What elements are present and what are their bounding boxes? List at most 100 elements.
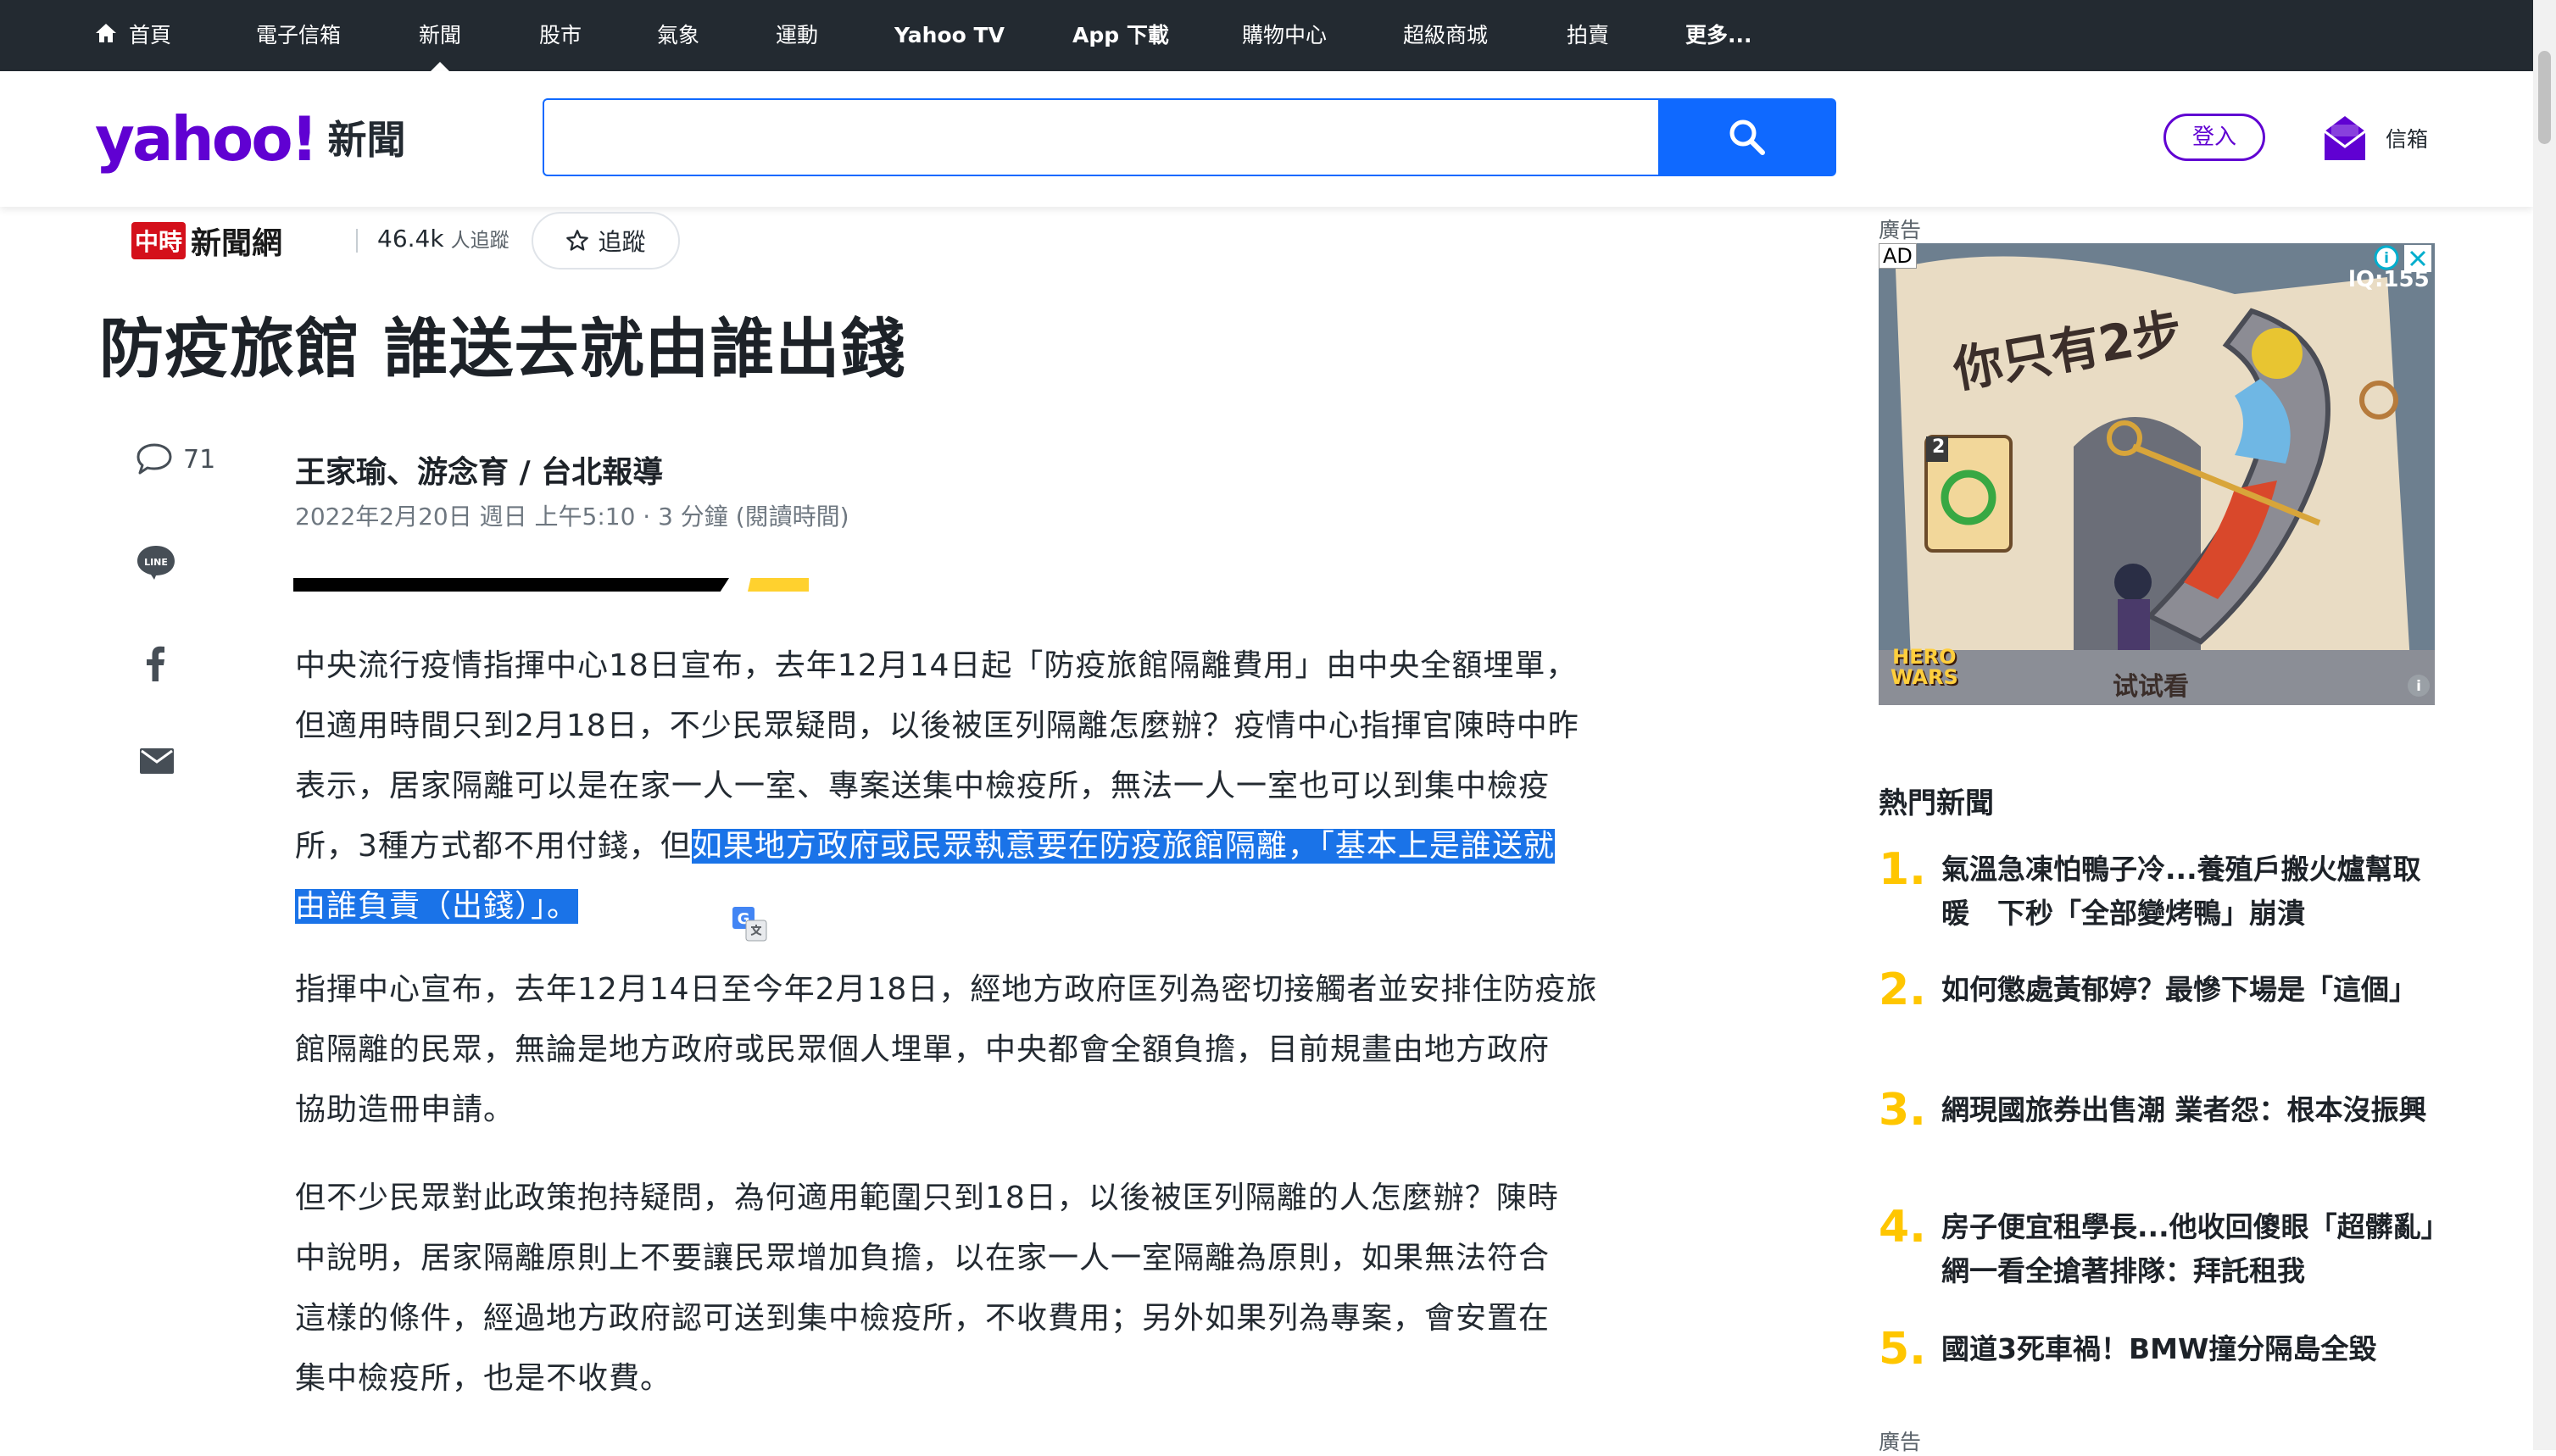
- scrollbar-thumb[interactable]: [2538, 51, 2551, 144]
- comment-count: 71: [183, 444, 216, 475]
- trending-item[interactable]: 3. 網現國旅券出售潮 業者怨：根本沒振興: [1879, 1085, 2438, 1178]
- email-icon: [140, 748, 174, 774]
- nav-stocks[interactable]: 股市: [539, 0, 582, 71]
- paragraph-line: 這樣的條件，經過地方政府認可送到集中檢疫所，不收費用；另外如果列為專案，會安置在: [295, 1301, 1551, 1336]
- nav-mail[interactable]: 電子信箱: [256, 0, 341, 71]
- nav-mall[interactable]: 超級商城: [1403, 0, 1488, 71]
- follower-suffix: 人追蹤: [450, 230, 510, 252]
- translate-popup-button[interactable]: G: [731, 905, 768, 946]
- mail-label: 信箱: [2386, 127, 2429, 152]
- trending-rank: 1.: [1879, 844, 1926, 895]
- follow-label: 追蹤: [598, 228, 646, 256]
- yahoo-news-logo[interactable]: yahoo! 新聞: [95, 105, 406, 173]
- facebook-icon: [147, 646, 164, 681]
- provider-name: 新聞網: [191, 225, 283, 261]
- trending-headline[interactable]: 網現國旅券出售潮 業者怨：根本沒振興: [1941, 1088, 2442, 1132]
- trending-rank: 3.: [1879, 1085, 1926, 1136]
- trending-headline[interactable]: 氣溫急凍怕鴨子冷...養殖戶搬火爐幫取暖 下秒「全部變烤鴨」崩潰: [1941, 847, 2442, 936]
- follower-count: 46.4k 人追蹤: [377, 224, 510, 253]
- svg-text:i: i: [2384, 250, 2389, 267]
- info-icon: i: [2408, 675, 2430, 697]
- paragraph-line: 集中檢疫所，也是不收費。: [295, 1361, 672, 1396]
- nav-sports[interactable]: 運動: [776, 0, 818, 71]
- ad-close-button[interactable]: [2404, 245, 2431, 272]
- trending-item[interactable]: 5. 國道3死車禍！BMW撞分隔島全毀: [1879, 1324, 2438, 1375]
- trending-item[interactable]: 1. 氣溫急凍怕鴨子冷...養殖戶搬火爐幫取暖 下秒「全部變烤鴨」崩潰: [1879, 844, 2438, 937]
- paragraph-line: 但適用時間只到2月18日，不少民眾疑問，以後被匡列隔離怎麼辦？疫情中心指揮官陳時…: [295, 709, 1579, 743]
- trending-item[interactable]: 4. 房子便宜租學長...他收回傻眼「超髒亂」 網一看全搶著排隊：拜託租我: [1879, 1202, 2463, 1295]
- trending-headline[interactable]: 如何懲處黃郁婷？最慘下場是「這個」: [1941, 968, 2442, 1012]
- nav-home-label: 首頁: [129, 23, 172, 47]
- ad-brand-line: WARS: [1891, 665, 1958, 689]
- trending-rank: 2.: [1879, 964, 1926, 1015]
- ad-label: 廣告: [1879, 218, 1922, 242]
- decorative-bar-black: [293, 578, 729, 592]
- decorative-bar-yellow: [748, 578, 809, 592]
- svg-text:LINE: LINE: [144, 557, 168, 568]
- paragraph-line: 由誰負責（出錢）」。: [295, 876, 1668, 936]
- trending-rank: 4.: [1879, 1202, 1926, 1253]
- nav-app-download[interactable]: App 下載: [1072, 0, 1169, 71]
- trending-news-title: 熱門新聞: [1879, 786, 1994, 820]
- star-icon: [566, 230, 589, 251]
- trending-headline[interactable]: 國道3死車禍！BMW撞分隔島全毀: [1941, 1327, 2442, 1371]
- nav-yahoo-tv[interactable]: Yahoo TV: [894, 0, 1005, 71]
- search-button[interactable]: [1658, 98, 1836, 176]
- nav-shopping[interactable]: 購物中心: [1242, 0, 1327, 71]
- paragraph-line: 中說明，居家隔離原則上不要讓民眾增加負擔，以在家一人一室隔離為原則，如果無法符合: [295, 1241, 1551, 1275]
- site-header: yahoo! 新聞 登入 信箱: [0, 71, 2533, 207]
- translate-icon: G: [732, 907, 767, 942]
- provider-divider: [356, 229, 358, 253]
- ad-card-number: 2: [1932, 436, 1946, 458]
- line-icon: LINE: [137, 546, 175, 580]
- article-author: 王家瑜、游念育 / 台北報導: [295, 455, 664, 490]
- top-navigation-bar: 首頁 電子信箱 新聞 股市 氣象 運動 Yahoo TV App 下載 購物中心…: [0, 0, 2533, 71]
- comment-icon: [136, 443, 172, 475]
- share-email-button[interactable]: [139, 747, 175, 775]
- ad-label-bottom: 廣告: [1879, 1430, 1922, 1454]
- page-scrollbar[interactable]: [2533, 0, 2556, 1450]
- paragraph-line: 協助造冊申請。: [295, 1092, 515, 1127]
- article-paragraph-2: 指揮中心宣布，去年12月14日至今年2月18日，經地方政府匡列為密切接觸者並安排…: [295, 959, 1668, 1140]
- logo-brand: yahoo!: [95, 103, 319, 175]
- paragraph-text: 所，3種方式都不用付錢，但: [295, 829, 692, 864]
- trending-rank: 5.: [1879, 1324, 1926, 1375]
- ad-info-button[interactable]: i: [2406, 673, 2431, 702]
- ad-tag: AD: [1879, 243, 1917, 269]
- mail-icon: [2324, 116, 2366, 160]
- article-title: 防疫旅館 誰送去就由誰出錢: [99, 311, 906, 386]
- provider-logo[interactable]: 中時 新聞網: [131, 222, 282, 261]
- selected-text: 由誰負責（出錢）」。: [295, 889, 579, 924]
- sidebar-ad[interactable]: AD 2 你只有2步 lQ:155 试试看 HERO WARS i i: [1879, 243, 2435, 705]
- close-icon: [2409, 250, 2426, 267]
- nav-auction[interactable]: 拍賣: [1567, 0, 1609, 71]
- trending-headline[interactable]: 房子便宜租學長...他收回傻眼「超髒亂」 網一看全搶著排隊：拜託租我: [1941, 1205, 2463, 1293]
- adchoices-icon: i: [2374, 245, 2399, 270]
- paragraph-line: 表示，居家隔離可以是在家一人一室、專案送集中檢疫所，無法一人一室也可以到集中檢疫: [295, 769, 1551, 803]
- login-button[interactable]: 登入: [2163, 114, 2265, 161]
- nav-home[interactable]: 首頁: [95, 0, 171, 71]
- share-line-button[interactable]: LINE: [136, 542, 176, 583]
- ad-choices-button[interactable]: i: [2374, 245, 2399, 274]
- logo-section: 新聞: [327, 117, 406, 163]
- article-paragraph-3: 但不少民眾對此政策抱持疑問，為何適用範圍只到18日，以後被匡列隔離的人怎麼辦？陳…: [295, 1168, 1668, 1409]
- share-facebook-button[interactable]: [144, 644, 166, 681]
- paragraph-line: 館隔離的民眾，無論是地方政府或民眾個人埋單，中央都會全額負擔，目前規畫由地方政府: [295, 1032, 1551, 1067]
- follow-button[interactable]: 追蹤: [532, 212, 680, 270]
- search-input[interactable]: [543, 98, 1658, 176]
- nav-weather[interactable]: 氣象: [657, 0, 699, 71]
- paragraph-line: 中央流行疫情指揮中心18日宣布，去年12月14日起「防疫旅館隔離費用」由中央全額…: [295, 648, 1578, 683]
- trending-item[interactable]: 2. 如何懲處黃郁婷？最慘下場是「這個」: [1879, 964, 2438, 1058]
- paragraph-line: 但不少民眾對此政策抱持疑問，為何適用範圍只到18日，以後被匡列隔離的人怎麼辦？陳…: [295, 1181, 1559, 1215]
- svg-text:i: i: [2416, 678, 2421, 695]
- ad-brand-line: HERO: [1892, 645, 1957, 669]
- home-icon: [95, 1, 117, 72]
- article-paragraph-1: 中央流行疫情指揮中心18日宣布，去年12月14日起「防疫旅館隔離費用」由中央全額…: [295, 636, 1668, 936]
- article-dateline: 2022年2月20日 週日 上午5:10 · 3 分鐘 (閱讀時間): [295, 503, 849, 531]
- provider-badge: 中時: [131, 222, 187, 259]
- comments-button[interactable]: 71: [136, 442, 215, 476]
- paragraph-line: 指揮中心宣布，去年12月14日至今年2月18日，經地方政府匡列為密切接觸者並安排…: [295, 972, 1598, 1007]
- nav-news[interactable]: 新聞: [419, 0, 461, 71]
- mail-link[interactable]: 信箱: [2323, 108, 2428, 168]
- nav-more[interactable]: 更多...: [1685, 0, 1752, 71]
